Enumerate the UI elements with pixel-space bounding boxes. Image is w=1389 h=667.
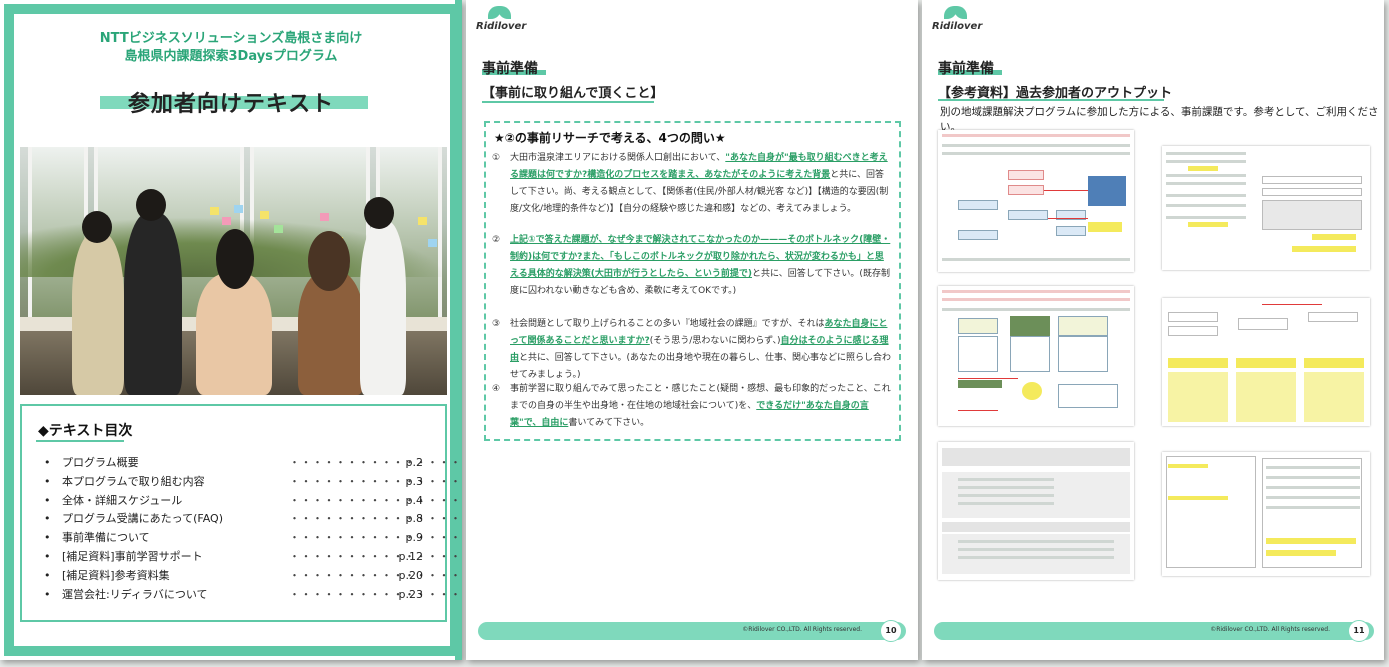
reference-thumbnail[interactable]	[1162, 452, 1370, 576]
toc-item-page: p.4	[405, 493, 423, 507]
toc-item[interactable]: •[補足資料]事前学習サポート・・・・・・・・・・・・・・・・・・・・・p.12	[44, 548, 462, 567]
toc-item-label: 全体・詳細スケジュール	[62, 493, 183, 507]
sticky-note	[222, 217, 231, 225]
toc-item-page: p.8	[405, 512, 423, 526]
page-footer: ©Ridilover CO.,LTD. All Rights reserved.…	[934, 620, 1374, 642]
reference-thumbnail[interactable]	[938, 286, 1134, 426]
sticky-note	[274, 225, 283, 233]
question-1: ① 大田市温泉津エリアにおける関係人口創出において、"あなた自身が"最も取り組む…	[492, 153, 889, 214]
sticky-note	[210, 207, 219, 215]
toc-item[interactable]: •プログラム概要・・・・・・・・・・・・・・・・・・・・・・p.2	[44, 454, 462, 473]
cover-subtitle-line1: NTTビジネスソリューションズ島根さま向け	[99, 31, 363, 46]
cover-title: 参加者向けテキスト	[127, 92, 335, 117]
toc-item-page: p.23	[398, 587, 423, 601]
person-head	[82, 211, 112, 243]
subheading-underline	[482, 101, 654, 103]
cover-subtitle: NTTビジネスソリューションズ島根さま向け 島根県内課題探索3Daysプログラム	[20, 30, 442, 66]
toc-item[interactable]: •全体・詳細スケジュール・・・・・・・・・・・・・・・・・・・・・・p.4	[44, 492, 462, 511]
question-2: ② 上記①で答えた課題が、なぜ今まで解決されてこなかったのか———そのボトルネッ…	[492, 235, 891, 296]
toc-list: •プログラム概要・・・・・・・・・・・・・・・・・・・・・・p.2 •本プログラ…	[44, 454, 462, 605]
person	[72, 233, 124, 395]
toc-item-page: p.2	[405, 456, 423, 469]
section-label: 事前準備	[482, 61, 538, 77]
questions-title: ★②の事前リサーチで考える、4つの問い★	[494, 131, 726, 145]
sticky-note	[320, 213, 329, 221]
ridilover-logo: Ridilover	[472, 6, 532, 38]
toc-item-label: 事前準備について	[62, 531, 150, 545]
toc-item-label: 運営会社:リディラバについて	[62, 587, 208, 601]
toc-item-label: 本プログラムで取り組む内容	[62, 474, 205, 488]
toc-heading: ◆テキスト目次	[38, 423, 133, 439]
toc-item-label: [補足資料]参考資料集	[62, 568, 170, 582]
page-footer: ©Ridilover CO.,LTD. All Rights reserved.…	[478, 620, 906, 642]
reference-thumbnail[interactable]	[938, 442, 1134, 580]
section-subheading: 【事前に取り組んで頂くこと】	[482, 86, 664, 101]
toc-item-label: プログラム概要	[62, 456, 139, 469]
subheading-underline	[938, 99, 1164, 101]
toc-item[interactable]: •事前準備について・・・・・・・・・・・・・・・・・・・・・・p.9	[44, 529, 462, 548]
toc-item[interactable]: •運営会社:リディラバについて・・・・・・・・・・・・・・・・・・・・・p.23	[44, 586, 462, 605]
toc-heading-underline	[36, 440, 124, 442]
cover-page: NTTビジネスソリューションズ島根さま向け 島根県内課題探索3Daysプログラム…	[0, 0, 462, 660]
copyright: ©Ridilover CO.,LTD. All Rights reserved.	[742, 626, 862, 633]
reference-thumbnail[interactable]	[1162, 146, 1370, 270]
question-4: ④ 事前学習に取り組んでみて思ったこと・感じたこと(疑問・感想、最も印象的だった…	[492, 384, 891, 428]
page-number: 10	[880, 620, 902, 642]
sticky-note	[260, 211, 269, 219]
page-10: Ridilover 事前準備 【事前に取り組んで頂くこと】 ★②の事前リサーチで…	[466, 0, 918, 660]
toc-item-label: [補足資料]事前学習サポート	[62, 549, 203, 563]
toc-item[interactable]: •プログラム受講にあたって(FAQ)・・・・・・・・・・・・・・・・・・・・・・…	[44, 510, 462, 529]
table-of-contents: ◆テキスト目次 •プログラム概要・・・・・・・・・・・・・・・・・・・・・・p.…	[20, 404, 462, 622]
person-head	[136, 189, 166, 221]
toc-item-page: p.9	[405, 531, 423, 545]
sticky-note	[234, 205, 243, 213]
cover-subtitle-line2: 島根県内課題探索3Daysプログラム	[124, 49, 338, 64]
sticky-note	[428, 239, 437, 247]
toc-item[interactable]: •本プログラムで取り組む内容・・・・・・・・・・・・・・・・・・・・p.3	[44, 473, 462, 492]
questions-box: ★②の事前リサーチで考える、4つの問い★ ① 大田市温泉津エリアにおける関係人口…	[484, 121, 901, 441]
copyright: ©Ridilover CO.,LTD. All Rights reserved.	[1210, 626, 1330, 633]
person	[124, 213, 182, 395]
page-number: 11	[1348, 620, 1370, 642]
toc-item-page: p.12	[398, 549, 423, 563]
person-head	[364, 197, 394, 229]
question-3: ③ 社会問題として取り上げられることの多い『地域社会の課題』ですが、それはあなた…	[492, 319, 891, 380]
toc-item-page: p.20	[398, 568, 423, 582]
page-11: Ridilover 事前準備 【参考資料】過去参加者のアウトプット 別の地域課題…	[922, 0, 1384, 660]
reference-thumbnail[interactable]	[938, 130, 1134, 272]
ridilover-logo: Ridilover	[928, 6, 988, 38]
toc-item-page: p.3	[405, 474, 423, 488]
reference-thumbnail[interactable]	[1162, 298, 1370, 426]
workshop-photo	[20, 147, 447, 395]
person-head	[216, 229, 254, 289]
sticky-note	[418, 217, 427, 225]
person-head	[308, 231, 350, 291]
section-label: 事前準備	[938, 61, 994, 77]
person	[196, 273, 272, 395]
person	[360, 221, 406, 395]
toc-item[interactable]: •[補足資料]参考資料集・・・・・・・・・・・・・・・・・・・・・p.20	[44, 567, 462, 586]
toc-item-label: プログラム受講にあたって(FAQ)	[62, 512, 224, 526]
